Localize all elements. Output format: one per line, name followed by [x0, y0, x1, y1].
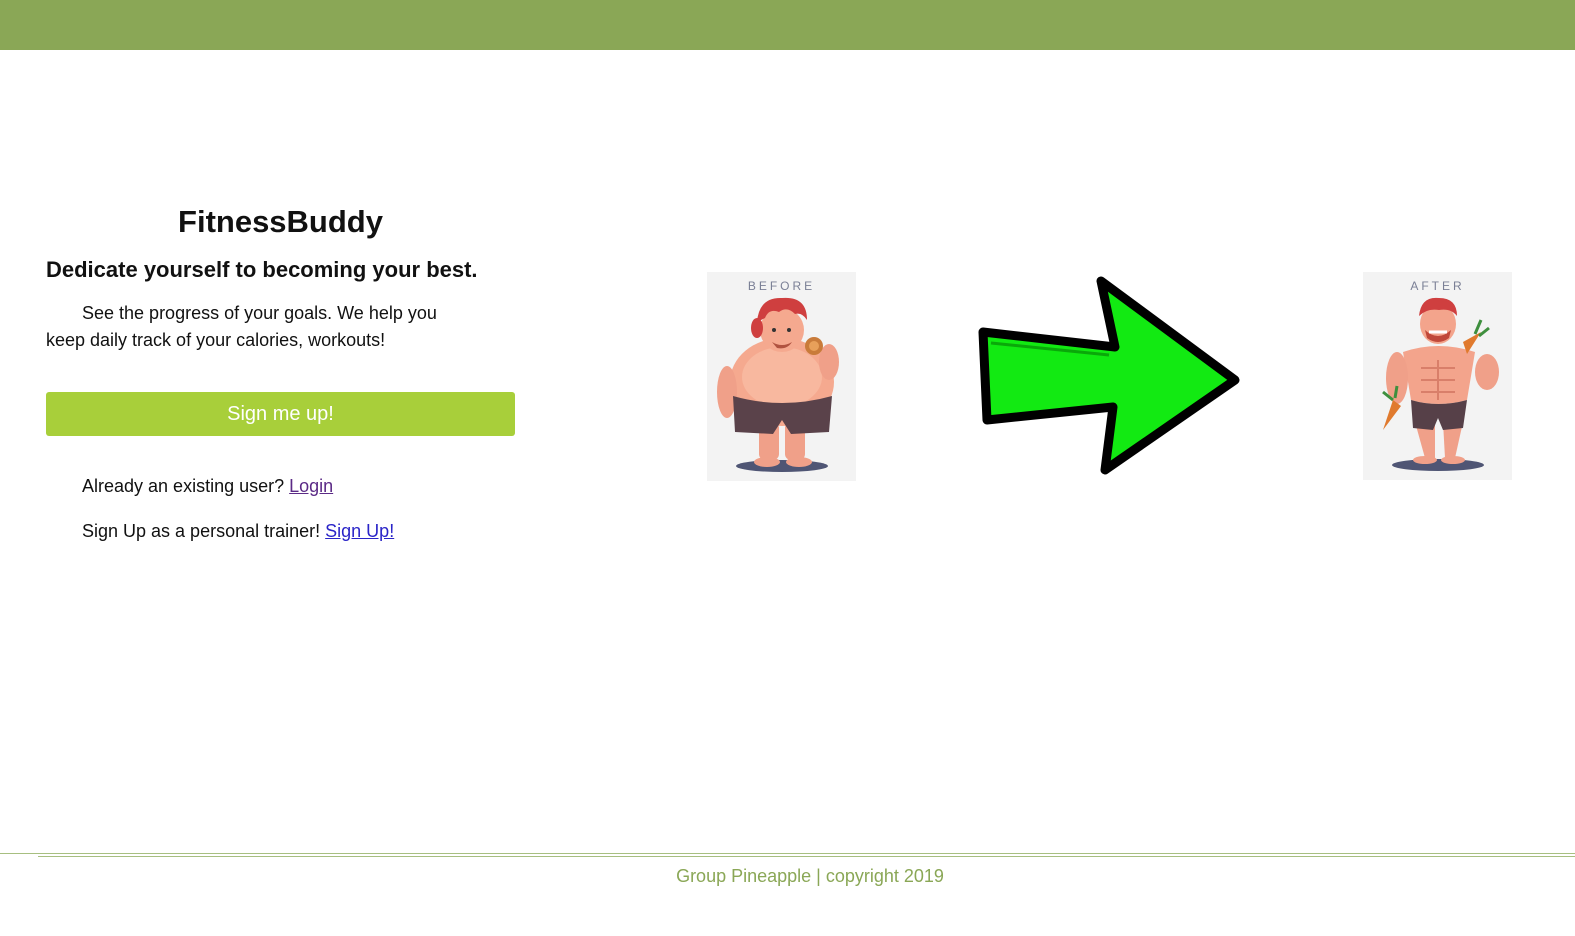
- right-arrow-icon: [978, 276, 1240, 475]
- tagline: Dedicate yourself to becoming your best.: [46, 257, 478, 282]
- before-image: BEFORE: [707, 272, 856, 481]
- existing-user-line: Already an existing user? Login: [82, 474, 515, 498]
- after-figure-icon: [1382, 297, 1499, 471]
- after-image: AFTER: [1363, 272, 1512, 480]
- app-title: FitnessBuddy: [178, 204, 383, 239]
- login-link[interactable]: Login: [289, 476, 333, 496]
- footer-copyright: Group Pineapple | copyright 2019: [676, 866, 944, 886]
- intro-description: See the progress of your goals. We help …: [46, 303, 437, 350]
- existing-user-text: Already an existing user?: [82, 476, 285, 496]
- sign-me-up-button[interactable]: Sign me up!: [46, 392, 515, 436]
- trainer-signup-line: Sign Up as a personal trainer! Sign Up!: [82, 519, 515, 543]
- before-label: BEFORE: [747, 279, 816, 293]
- trainer-signup-link[interactable]: Sign Up!: [325, 521, 394, 541]
- footer-divider-inner: [38, 856, 1575, 857]
- intro-panel: FitnessBuddy Dedicate yourself to becomi…: [46, 200, 515, 543]
- before-figure-icon: [717, 297, 839, 472]
- trainer-signup-text: Sign Up as a personal trainer!: [82, 521, 321, 541]
- after-label: AFTER: [1410, 279, 1465, 293]
- top-banner: [0, 0, 1575, 50]
- footer-divider: [0, 853, 1575, 854]
